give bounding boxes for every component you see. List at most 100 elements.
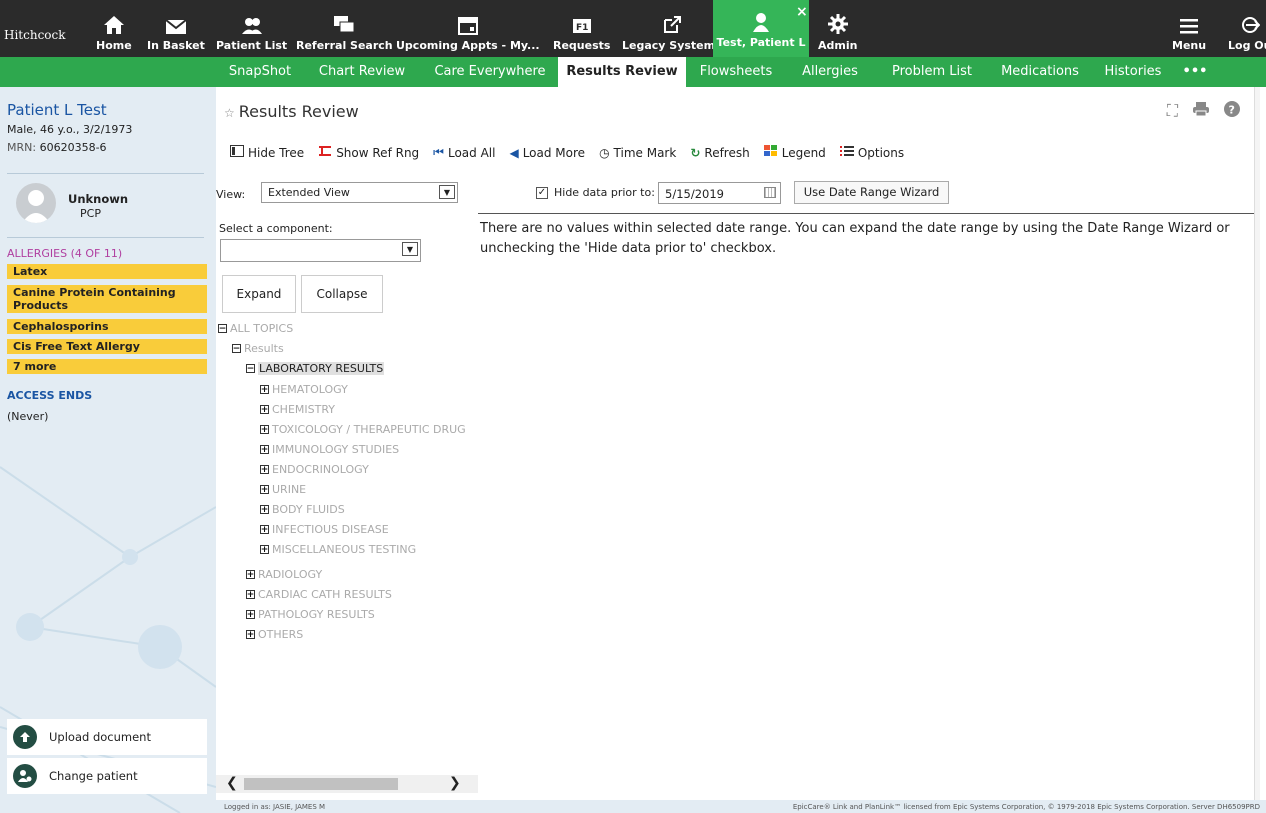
tab-snapshot[interactable]: SnapShot: [218, 57, 302, 87]
menu-button[interactable]: Menu: [1172, 4, 1206, 56]
expand-toggle-icon[interactable]: +: [260, 465, 269, 474]
tab-problem-list[interactable]: Problem List: [882, 57, 982, 87]
chevron-down-icon[interactable]: ▼: [402, 242, 418, 256]
no-values-message: There are no values within selected date…: [480, 221, 1230, 256]
tree-node-endocrinology[interactable]: + ENDOCRINOLOGY: [260, 463, 369, 476]
upcoming-appts-button[interactable]: Upcoming Appts - My...: [396, 4, 540, 56]
select-component-label: Select a component:: [219, 222, 333, 235]
expand-toggle-icon[interactable]: +: [260, 525, 269, 534]
load-more-button[interactable]: ◀ Load More: [509, 145, 585, 160]
tree-node-radiology[interactable]: + RADIOLOGY: [246, 568, 322, 581]
allergy-item[interactable]: Canine Protein Containing Products: [7, 285, 207, 313]
requests-button[interactable]: F1 Requests: [553, 4, 610, 56]
hide-data-control: ✓ Hide data prior to:: [536, 186, 655, 199]
legend-button[interactable]: Legend: [763, 145, 826, 160]
tree-node-label: OTHERS: [258, 628, 304, 641]
view-select[interactable]: Extended View ▼: [261, 182, 458, 203]
tree-node-cardiac-cath[interactable]: + CARDIAC CATH RESULTS: [246, 588, 392, 601]
tree-node-infectious-disease[interactable]: + INFECTIOUS DISEASE: [260, 523, 389, 536]
hide-tree-button[interactable]: Hide Tree: [230, 145, 304, 160]
more-tabs-button[interactable]: •••: [1178, 57, 1212, 87]
tree-node-label: URINE: [272, 483, 307, 496]
referral-search-button[interactable]: Referral Search: [296, 4, 393, 56]
tab-chart-review[interactable]: Chart Review: [310, 57, 414, 87]
log-out-button[interactable]: Log Ou: [1228, 4, 1266, 56]
mail-icon: [165, 19, 187, 34]
expand-toggle-icon[interactable]: +: [260, 545, 269, 554]
expand-toggle-icon[interactable]: +: [246, 590, 255, 599]
tree-horizontal-scrollbar[interactable]: ❮ ❯: [216, 775, 478, 793]
admin-button[interactable]: Admin: [818, 4, 857, 56]
allergies-more-link[interactable]: 7 more: [7, 359, 207, 374]
print-icon[interactable]: [1192, 101, 1210, 121]
hide-data-checkbox[interactable]: ✓: [536, 186, 548, 199]
tab-flowsheets[interactable]: Flowsheets: [692, 57, 780, 87]
vertical-scrollbar[interactable]: [1254, 87, 1260, 800]
home-button[interactable]: Home: [96, 4, 132, 56]
patient-mrn: MRN: 60620358-6: [7, 141, 107, 154]
expand-toggle-icon[interactable]: +: [260, 385, 269, 394]
close-patient-icon[interactable]: ×: [796, 4, 808, 20]
chevron-down-icon[interactable]: ▼: [439, 185, 455, 199]
allergy-item[interactable]: Latex: [7, 264, 207, 279]
refresh-button[interactable]: ↻ Refresh: [690, 145, 749, 160]
tab-care-everywhere[interactable]: Care Everywhere: [428, 57, 552, 87]
component-select[interactable]: ▼: [220, 239, 421, 262]
help-icon[interactable]: ?: [1224, 101, 1240, 121]
tab-results-review[interactable]: Results Review: [558, 57, 686, 87]
allergy-item[interactable]: Cephalosporins: [7, 319, 207, 334]
hide-date-input[interactable]: 5/15/2019: [658, 182, 781, 204]
load-all-button[interactable]: ⏮ Load All: [433, 145, 495, 160]
tree-node-urine[interactable]: + URINE: [260, 483, 306, 496]
upload-document-button[interactable]: Upload document: [7, 719, 207, 755]
tab-allergies[interactable]: Allergies: [790, 57, 870, 87]
in-basket-button[interactable]: In Basket: [147, 4, 205, 56]
allergy-item[interactable]: Cis Free Text Allergy: [7, 339, 207, 354]
change-patient-button[interactable]: Change patient: [7, 758, 207, 794]
patient-list-button[interactable]: Patient List: [216, 4, 287, 56]
tree-node-immunology[interactable]: + IMMUNOLOGY STUDIES: [260, 443, 399, 456]
legacy-systems-button[interactable]: Legacy Systems: [622, 4, 722, 56]
tree-node-hematology[interactable]: + HEMATOLOGY: [260, 383, 348, 396]
expand-toggle-icon[interactable]: +: [260, 485, 269, 494]
tree-node-chemistry[interactable]: + CHEMISTRY: [260, 403, 335, 416]
tree-node-miscellaneous[interactable]: + MISCELLANEOUS TESTING: [260, 543, 416, 556]
tree-node-pathology[interactable]: + PATHOLOGY RESULTS: [246, 608, 375, 621]
expand-button[interactable]: Expand: [222, 275, 296, 313]
scrollbar-thumb[interactable]: [244, 778, 398, 790]
collapse-toggle-icon[interactable]: −: [218, 324, 227, 333]
collapse-toggle-icon[interactable]: −: [246, 364, 255, 373]
date-range-wizard-button[interactable]: Use Date Range Wizard: [794, 181, 949, 204]
collapse-toggle-icon[interactable]: −: [232, 344, 241, 353]
allergies-heading[interactable]: ALLERGIES (4 OF 11): [7, 247, 122, 260]
active-patient-label: Test, Patient L: [716, 36, 806, 49]
show-ref-rng-button[interactable]: Show Ref Rng: [318, 145, 419, 160]
expand-toggle-icon[interactable]: +: [246, 630, 255, 639]
scroll-left-icon[interactable]: ❮: [226, 775, 238, 791]
collapse-button[interactable]: Collapse: [301, 275, 383, 313]
tree-node-results[interactable]: − Results: [232, 342, 284, 355]
scroll-right-icon[interactable]: ❯: [449, 775, 461, 791]
favorite-star-icon[interactable]: ☆: [224, 106, 235, 120]
tree-node-body-fluids[interactable]: + BODY FLUIDS: [260, 503, 345, 516]
tree-node-label: Results: [244, 342, 284, 355]
expand-toggle-icon[interactable]: +: [260, 405, 269, 414]
expand-toggle-icon[interactable]: +: [260, 425, 269, 434]
time-mark-button[interactable]: ◷ Time Mark: [599, 145, 676, 160]
tree-node-toxicology[interactable]: + TOXICOLOGY / THERAPEUTIC DRUG: [260, 423, 466, 436]
expand-toggle-icon[interactable]: +: [246, 610, 255, 619]
calendar-picker-icon[interactable]: [764, 187, 776, 198]
expand-toggle-icon[interactable]: +: [260, 445, 269, 454]
active-patient-tab[interactable]: Test, Patient L: [713, 0, 809, 57]
tree-node-laboratory-results[interactable]: − LABORATORY RESULTS: [246, 362, 385, 375]
expand-toggle-icon[interactable]: +: [260, 505, 269, 514]
options-button[interactable]: Options: [839, 145, 904, 160]
patient-name[interactable]: Patient L Test: [7, 101, 107, 119]
expand-toggle-icon[interactable]: +: [246, 570, 255, 579]
hamburger-icon: [1180, 19, 1199, 34]
tree-node-others[interactable]: + OTHERS: [246, 628, 303, 641]
tab-histories[interactable]: Histories: [1096, 57, 1170, 87]
tree-node-all-topics[interactable]: − ALL TOPICS: [218, 322, 293, 335]
tab-medications[interactable]: Medications: [990, 57, 1090, 87]
expand-window-icon[interactable]: ⛶: [1167, 101, 1178, 121]
